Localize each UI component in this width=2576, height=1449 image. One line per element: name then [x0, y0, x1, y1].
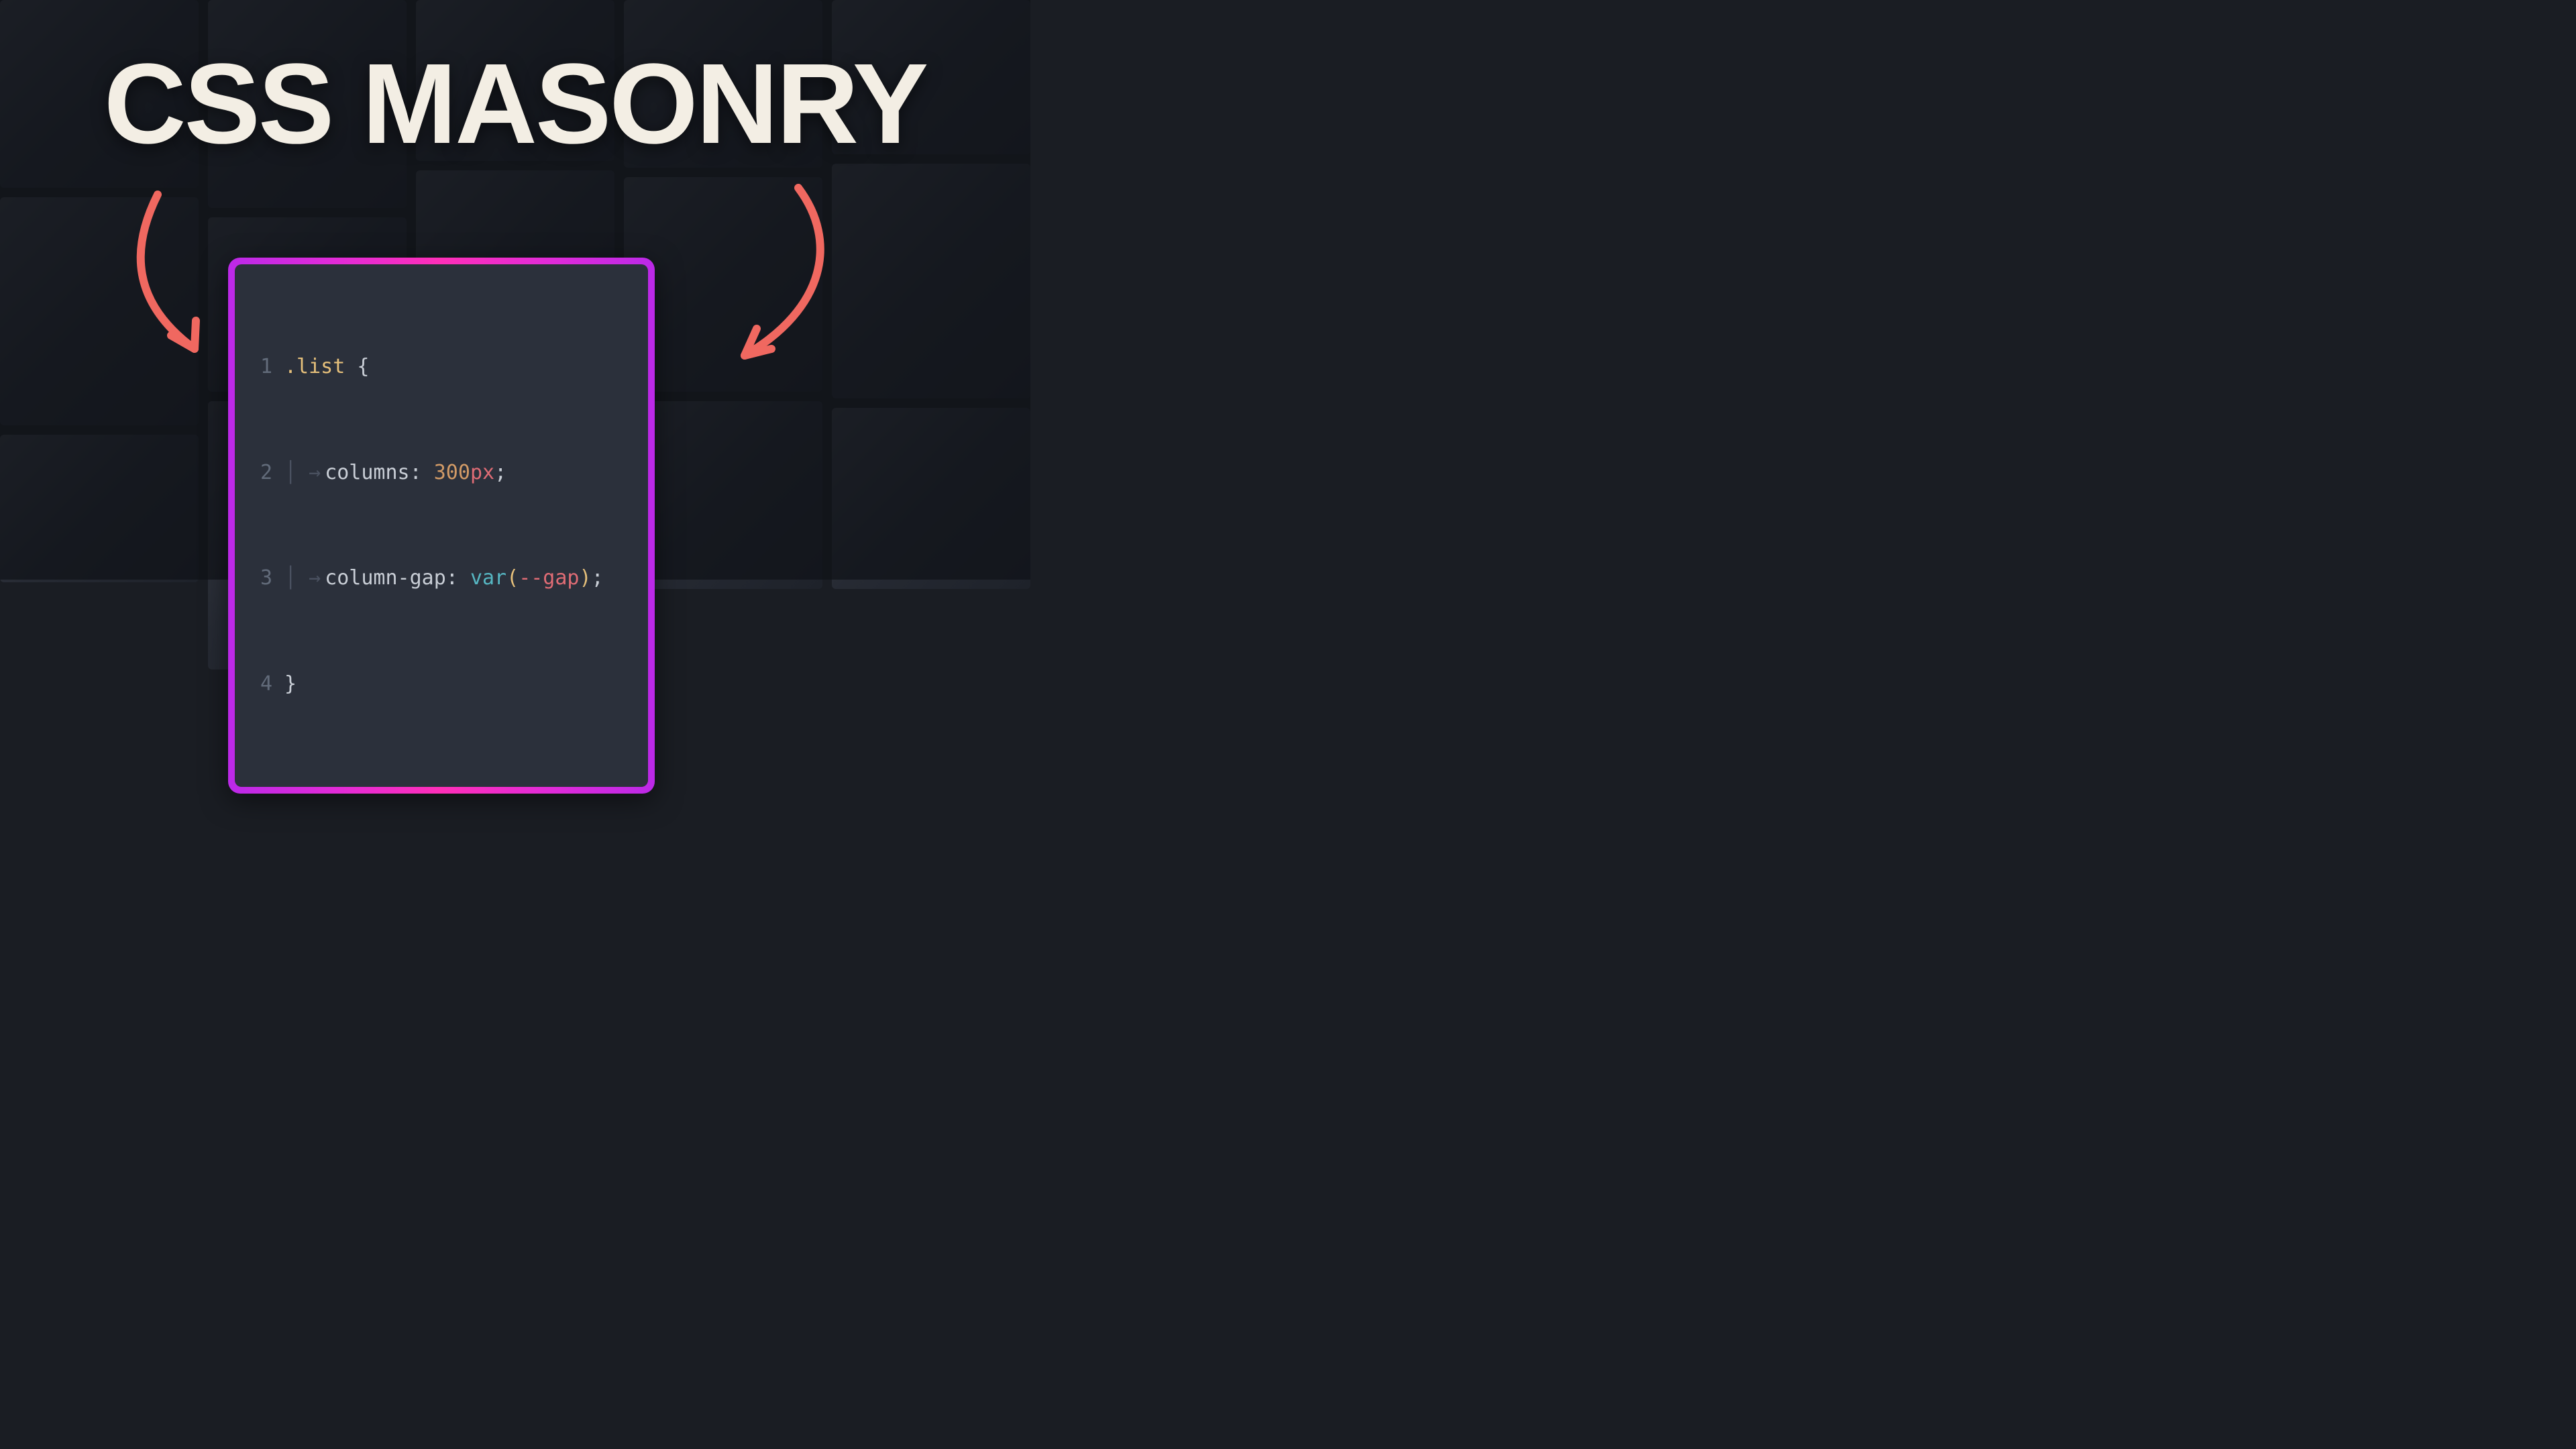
tok-function: var: [470, 566, 506, 590]
code-block: 1 .list { 2 │ → columns: 300px; 3 │ → co…: [228, 258, 655, 794]
tok-brace: }: [284, 667, 297, 702]
code-line-1: 1 .list {: [247, 350, 632, 385]
code-line-3: 3 │ → column-gap: var(--gap);: [247, 561, 632, 596]
line-number: 3: [247, 561, 272, 596]
tok-variable: --gap: [519, 566, 579, 590]
indent-guide: │ →: [284, 561, 321, 596]
page-title: CSS MASONRY: [104, 47, 926, 161]
code-content: 1 .list { 2 │ → columns: 300px; 3 │ → co…: [235, 264, 648, 787]
line-number: 1: [247, 350, 272, 385]
line-number: 2: [247, 455, 272, 491]
tok-property: column-gap: [325, 566, 446, 590]
indent-guide: │ →: [284, 455, 321, 491]
tok-number: 300: [434, 461, 470, 484]
tok-selector: .list: [284, 355, 345, 378]
tok-property: columns: [325, 461, 409, 484]
tok-unit: px: [470, 461, 494, 484]
line-number: 4: [247, 667, 272, 702]
code-line-2: 2 │ → columns: 300px;: [247, 455, 632, 491]
tok-brace: {: [357, 355, 369, 378]
code-line-4: 4 }: [247, 667, 632, 702]
